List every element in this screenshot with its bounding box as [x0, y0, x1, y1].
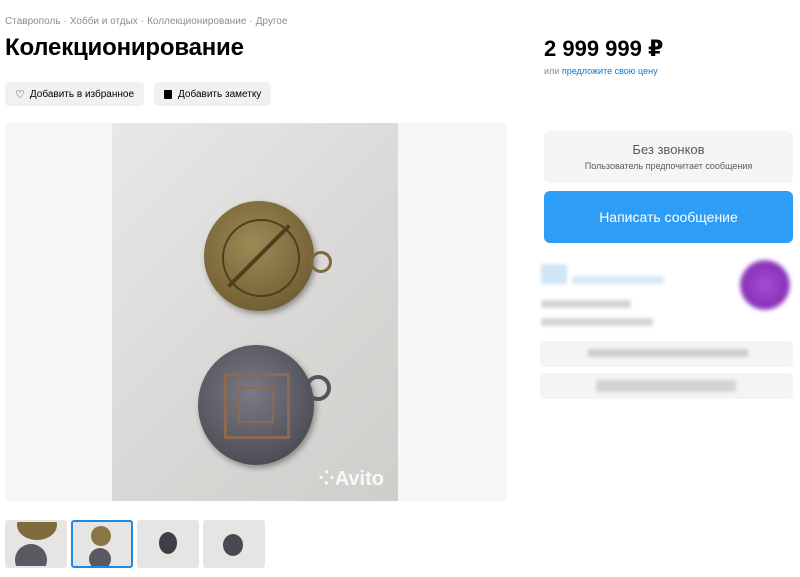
avito-watermark: ⁘Avito	[318, 466, 384, 491]
add-note-label: Добавить заметку	[178, 88, 262, 100]
propose-price-link[interactable]: предложите свою цену	[562, 66, 658, 76]
offer-prefix: или	[544, 66, 560, 76]
heart-icon: ♡	[15, 88, 25, 101]
silver-medallion-image	[198, 345, 314, 465]
bronze-medallion-image	[204, 201, 314, 311]
seller-name-blurred	[541, 264, 567, 284]
add-note-button[interactable]: Добавить заметку	[154, 82, 272, 106]
seller-rating-blurred	[572, 276, 664, 284]
thumbnail[interactable]	[203, 520, 265, 568]
breadcrumb-separator: ·	[249, 16, 253, 27]
note-icon	[164, 89, 173, 99]
breadcrumb-separator: ·	[63, 16, 67, 27]
add-to-favorites-label: Добавить в избранное	[29, 88, 135, 100]
price-offer: или предложите свою цену	[544, 66, 658, 76]
seller-link-text-blurred	[596, 380, 736, 392]
write-message-button[interactable]: Написать сообщение	[544, 191, 793, 243]
no-calls-subtitle: Пользователь предпочитает сообщения	[584, 161, 753, 171]
bronze-medallion-loop	[310, 251, 332, 273]
breadcrumb-item-collecting[interactable]: Коллекционирование	[147, 16, 246, 27]
breadcrumb-item-other[interactable]: Другое	[256, 16, 288, 27]
thumbnail[interactable]	[137, 520, 199, 568]
thumbnail-active[interactable]	[71, 520, 133, 568]
seller-detail-blurred	[541, 300, 631, 308]
price: 2 999 999 ₽	[544, 36, 664, 61]
action-buttons: ♡ Добавить в избранное Добавить заметку	[5, 82, 272, 106]
page-title: Колекционирование	[5, 34, 244, 61]
thumbnail[interactable]	[5, 520, 67, 568]
breadcrumb: Ставрополь · Хобби и отдых · Коллекционирова…	[5, 16, 288, 27]
breadcrumb-item-hobby[interactable]: Хобби и отдых	[70, 16, 138, 27]
silver-medallion-loop	[305, 375, 331, 401]
seller-avatar[interactable]	[740, 260, 790, 310]
seller-detail-blurred	[541, 318, 653, 326]
breadcrumb-item-city[interactable]: Ставрополь	[5, 16, 61, 27]
breadcrumb-separator: ·	[140, 16, 145, 27]
seller-link-text-blurred	[588, 349, 748, 357]
thumbnail-strip	[5, 520, 265, 568]
add-to-favorites-button[interactable]: ♡ Добавить в избранное	[5, 82, 145, 106]
main-photo[interactable]: ⁘Avito	[112, 123, 398, 501]
watermark-text: Avito	[334, 468, 384, 490]
photo-gallery[interactable]: ⁘Avito	[5, 123, 507, 501]
avito-logo-icon: ⁘	[317, 468, 335, 490]
no-calls-notice: Без звонков Пользователь предпочитает со…	[544, 131, 793, 183]
no-calls-title: Без звонков	[632, 142, 705, 157]
